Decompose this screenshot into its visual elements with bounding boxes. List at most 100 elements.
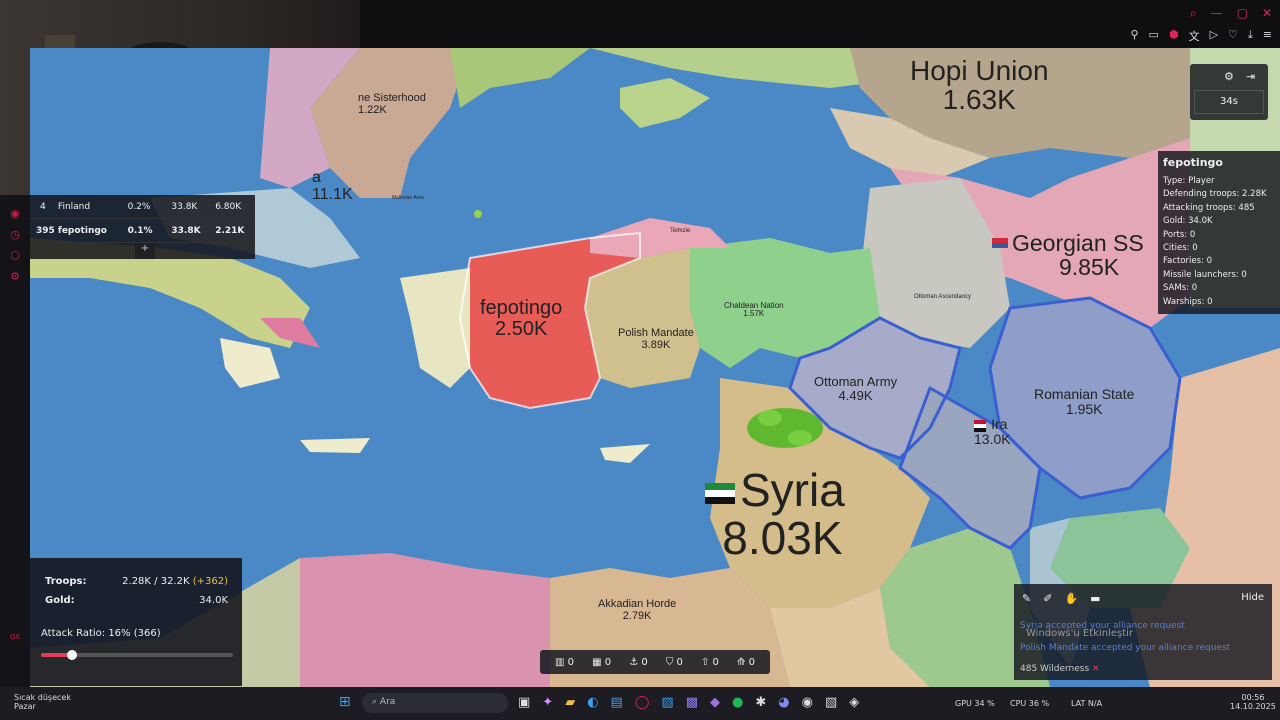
obs-icon[interactable]: ◉: [802, 695, 813, 710]
missile-count[interactable]: ⇧ 0: [701, 657, 719, 668]
label-hopi-union[interactable]: Hopi Union 1.63K: [910, 56, 1049, 115]
store-icon[interactable]: ▤: [611, 695, 623, 710]
file-explorer-icon[interactable]: ▰: [565, 695, 575, 710]
label-fepotingo[interactable]: fepotingo 2.50K: [480, 298, 562, 340]
settings-gear-icon[interactable]: ⚙: [1224, 70, 1234, 83]
browser-sidebar: ◉ ◷ ⬡ ⚙ GX: [0, 195, 30, 687]
leaderboard-expand-button[interactable]: +: [135, 243, 155, 259]
gold-value: 34.0K: [199, 595, 228, 606]
port-count[interactable]: ⚓ 0: [629, 657, 648, 668]
troops-delta: (+362): [192, 576, 228, 587]
timer-panel: ⚙ ⇥ 34s: [1190, 64, 1268, 120]
game-icon[interactable]: ▧: [825, 695, 837, 710]
unit-marker[interactable]: [474, 210, 482, 218]
weather-widget[interactable]: Sıcak düşecek Pazar: [14, 693, 71, 711]
browser-titlebar: ⌕ — ▢ ✕ ⚲ ▭ ⬢ 文 ▷ ♡ ⤓ ≡: [360, 0, 1280, 48]
windows-start-icon[interactable]: ⊞: [339, 694, 351, 710]
events-panel: ✎ ✐ ✋ ▬ Hide Syria accepted your allianc…: [1014, 584, 1272, 680]
city-count[interactable]: ▥ 0: [555, 657, 574, 668]
steam-icon[interactable]: ◈: [849, 695, 859, 710]
taskbar-search[interactable]: ⌕ Ara: [362, 693, 508, 713]
taskview-icon[interactable]: ▣: [518, 695, 530, 710]
edge-icon[interactable]: ◐: [587, 695, 598, 710]
stats-panel: Troops: 2.28K / 32.2K (+362) Gold: 34.0K…: [30, 558, 242, 686]
city-icon: ▥: [555, 656, 565, 668]
label-left-partial[interactable]: a 11.1K: [312, 169, 353, 204]
label-ottoman-army[interactable]: Ottoman Army 4.49K: [814, 375, 897, 402]
exit-icon[interactable]: ⇥: [1246, 70, 1255, 83]
leaderboard-table: 4 Finland 0.2% 33.8K 6.80K 395 fepotingo…: [30, 195, 255, 259]
attacking-troops: Attacking troops: 485: [1163, 202, 1255, 213]
player-cities: Cities: 0: [1163, 243, 1198, 254]
label-ottoman-ascendancy[interactable]: Ottoman Ascendancy: [914, 294, 971, 300]
factory-count[interactable]: ▦ 0: [592, 657, 611, 668]
hide-button[interactable]: Hide: [1241, 592, 1264, 603]
copilot-icon[interactable]: ✦: [542, 695, 553, 710]
lang-indicator[interactable]: LAT N/A: [1071, 699, 1102, 708]
app-icon[interactable]: ▨: [661, 695, 673, 710]
defending-troops: Defending troops: 2.28K: [1163, 189, 1267, 200]
taskbar: Sıcak düşecek Pazar ⊞ ⌕ Ara ▣ ✦ ▰ ◐ ▤ ◯ …: [0, 687, 1280, 720]
leaderboard-row-self[interactable]: 395 fepotingo 0.1% 33.8K 2.21K: [30, 219, 255, 243]
label-romanian-state[interactable]: Romanian State 1.95K: [1034, 387, 1134, 416]
spotify-icon[interactable]: ●: [732, 695, 743, 710]
defense-count[interactable]: ⛉ 0: [666, 657, 683, 668]
leaderboard-row[interactable]: 4 Finland 0.2% 33.8K 6.80K: [30, 195, 255, 219]
network-app-icon[interactable]: ✱: [755, 695, 766, 710]
vs-icon[interactable]: ◆: [710, 695, 720, 710]
georgian-flag-icon: [992, 238, 1008, 248]
player-name: fepotingo: [1163, 156, 1223, 169]
minimize-icon[interactable]: —: [1211, 6, 1223, 21]
gold-label: Gold:: [45, 595, 75, 606]
discord-icon[interactable]: ◕: [778, 695, 789, 710]
event-message: 485 Wilderness ✕: [1020, 664, 1100, 674]
label-tiny-top[interactable]: Teimzie: [670, 228, 690, 234]
missile-icon: ⇧: [700, 656, 710, 668]
close-icon[interactable]: ✕: [1262, 6, 1272, 21]
close-icon[interactable]: ✕: [1092, 664, 1100, 674]
player-info-panel: fepotingo Type: Player Defending troops:…: [1158, 151, 1280, 314]
label-chaldean-nation[interactable]: Chaldean Nation 1.57K: [724, 301, 784, 319]
chat-icon[interactable]: ▬: [1090, 592, 1100, 605]
clock[interactable]: 00:56 14.10.2025: [1230, 693, 1276, 711]
slider-handle[interactable]: [66, 650, 77, 660]
pen-icon[interactable]: ✐: [1043, 592, 1052, 605]
play-icon[interactable]: ▷: [1210, 28, 1218, 44]
label-syria[interactable]: Syria 8.03K: [720, 466, 845, 563]
windows-watermark: Windows'u Etkinleştir: [1026, 628, 1134, 639]
label-iraq[interactable]: Ira 13.0K: [974, 417, 1011, 446]
history-icon[interactable]: ◷: [0, 228, 30, 241]
handshake-icon[interactable]: ✋: [1064, 592, 1078, 605]
alliance-handshake-icon: [747, 408, 823, 448]
label-tiny-left[interactable]: Mallorian Area: [392, 195, 424, 201]
tab-icon[interactable]: ▭: [1149, 28, 1159, 44]
event-message: Polish Mandate accepted your alliance re…: [1020, 643, 1231, 653]
attack-ratio-slider[interactable]: [41, 650, 233, 660]
heart-icon[interactable]: ♡: [1228, 28, 1238, 44]
translate-icon[interactable]: 文: [1189, 28, 1200, 44]
menu-icon[interactable]: ≡: [1263, 28, 1272, 44]
label-polish-mandate[interactable]: Polish Mandate 3.89K: [618, 327, 694, 351]
search-icon[interactable]: ⌕: [1190, 6, 1197, 21]
troops-value: 2.28K / 32.2K: [122, 576, 190, 587]
troops-row: Troops: 2.28K / 32.2K (+362): [45, 576, 228, 587]
shield-icon[interactable]: ⬢: [1169, 28, 1179, 44]
premiere-icon[interactable]: ▩: [686, 695, 698, 710]
player-warships: Warships: 0: [1163, 296, 1213, 307]
label-akkadian-horde[interactable]: Akkadian Horde 2.79K: [598, 598, 676, 622]
shield-outline-icon: ⛉: [665, 656, 674, 668]
brush-icon[interactable]: ✎: [1022, 592, 1031, 605]
maximize-icon[interactable]: ▢: [1237, 6, 1248, 21]
label-sisterhood[interactable]: ne Sisterhood 1.22K: [358, 92, 426, 116]
pin-icon[interactable]: ⚲: [1130, 28, 1138, 44]
player-missile-launchers: Missile launchers: 0: [1163, 269, 1247, 280]
opera-icon[interactable]: ◯: [635, 695, 650, 710]
sam-count[interactable]: ⟰ 0: [737, 657, 755, 668]
player-factories: Factories: 0: [1163, 256, 1213, 267]
download-icon[interactable]: ⤓: [1248, 28, 1253, 44]
label-georgian[interactable]: Georgian SS 9.85K: [1012, 231, 1144, 279]
settings-icon[interactable]: ⚙: [0, 270, 30, 283]
player-gold: Gold: 34.0K: [1163, 216, 1213, 227]
extensions-icon[interactable]: ⬡: [0, 249, 30, 262]
record-icon[interactable]: ◉: [0, 207, 30, 220]
